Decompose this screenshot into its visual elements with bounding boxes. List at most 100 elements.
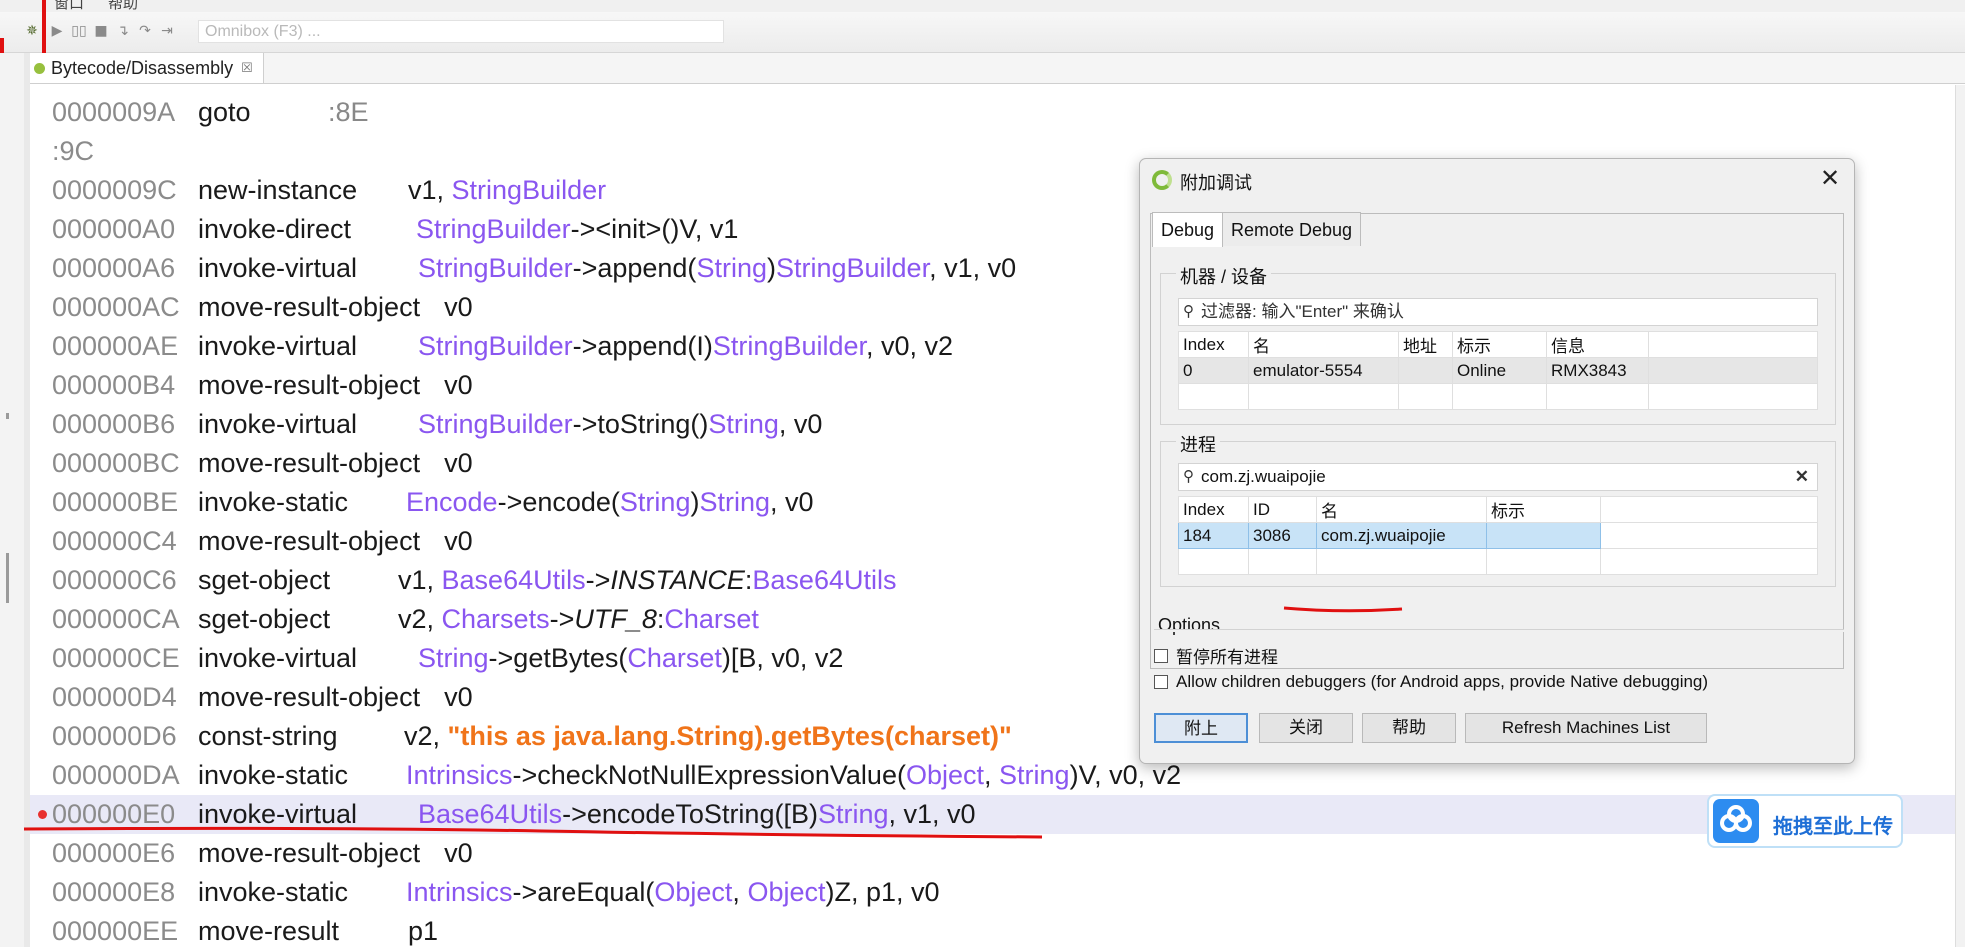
search-icon: ⚲ (1183, 303, 1194, 320)
type-reference[interactable]: StringBuilder (418, 331, 573, 361)
refresh-machines-button[interactable]: Refresh Machines List (1465, 713, 1707, 743)
pause-all-checkbox[interactable] (1154, 648, 1168, 663)
step-out-icon[interactable]: ⇥ (156, 20, 178, 42)
code-line[interactable]: 000000EE move-result p1 (30, 912, 1955, 951)
type-reference[interactable]: StringBuilder (416, 214, 571, 244)
code-operands: v0 (444, 444, 473, 483)
attach-button[interactable]: 附上 (1154, 713, 1248, 743)
type-reference[interactable]: Object (654, 877, 732, 907)
tab-debug[interactable]: Debug (1152, 212, 1224, 247)
operand-text: p1 (408, 916, 439, 946)
type-reference[interactable]: StringBuilder (713, 331, 866, 361)
type-reference[interactable]: Charset (627, 643, 722, 673)
col-status[interactable]: 标示 (1486, 496, 1601, 523)
code-opcode: move-result-object (198, 292, 421, 322)
run-icon[interactable]: ▶ (46, 20, 68, 42)
col-address[interactable]: 地址 (1398, 331, 1453, 358)
allow-children-checkbox[interactable] (1154, 675, 1168, 689)
string-literal: "this as java.lang.String).getBytes(char… (447, 721, 1012, 751)
code-address: 000000B4 (52, 370, 176, 400)
type-reference[interactable]: Charsets (442, 604, 550, 634)
operand-text: -> (585, 565, 611, 595)
col-name[interactable]: 名 (1316, 496, 1487, 523)
code-operands: :8E (328, 93, 369, 132)
type-reference[interactable]: Intrinsics (406, 877, 513, 907)
pause-all-option[interactable]: 暂停所有进程 (1154, 643, 1278, 668)
menu-item-help[interactable]: 帮助 (108, 0, 138, 12)
type-reference[interactable]: StringBuilder (776, 253, 929, 283)
type-reference[interactable]: String (708, 409, 779, 439)
allow-children-option[interactable]: Allow children debuggers (for Android ap… (1154, 672, 1708, 692)
type-reference[interactable]: StringBuilder (452, 175, 607, 205)
type-reference[interactable]: Base64Utils (442, 565, 586, 595)
search-icon: ⚲ (1183, 468, 1194, 485)
type-reference[interactable]: StringBuilder (418, 253, 573, 283)
code-operands: p1 (408, 912, 438, 951)
code-operands: v0 (444, 678, 473, 717)
cell: com.zj.wuaipojie (1316, 522, 1487, 549)
upload-badge[interactable]: 拖拽至此上传 (1707, 794, 1903, 848)
col-name[interactable]: 名 (1248, 331, 1399, 358)
type-reference[interactable]: Base64Utils (752, 565, 896, 595)
scrollbar[interactable] (1955, 85, 1965, 947)
col-status[interactable]: 标示 (1452, 331, 1547, 358)
operand-text: ->checkNotNullExpressionValue( (512, 760, 906, 790)
device-filter-input[interactable]: ⚲ 过滤器: 输入"Enter" 来确认 (1178, 298, 1818, 326)
tab-close-icon[interactable]: ☒ (241, 60, 253, 76)
allow-children-label: Allow children debuggers (for Android ap… (1176, 672, 1709, 691)
code-address: 000000C6 (52, 565, 177, 595)
process-row-selected[interactable]: 184 3086 com.zj.wuaipojie (1178, 522, 1818, 549)
menu-item-window[interactable]: 窗口 (54, 0, 84, 12)
close-button[interactable]: 关闭 (1259, 713, 1353, 743)
type-reference[interactable]: Encode (406, 487, 498, 517)
tab-bytecode-disassembly[interactable]: Bytecode/Disassembly ☒ (30, 53, 264, 83)
breakpoint-icon[interactable] (38, 810, 47, 819)
col-index[interactable]: Index (1178, 496, 1249, 523)
step-into-icon[interactable]: ↴ (112, 20, 134, 42)
type-reference[interactable]: Object (906, 760, 984, 790)
col-info[interactable]: 信息 (1546, 331, 1649, 358)
operand-text: ->append(I) (572, 331, 713, 361)
editor-tab-bar: Bytecode/Disassembly ☒ (30, 53, 1965, 84)
code-operands: StringBuilder-><init>()V, v1 (416, 210, 738, 249)
omnibox-input[interactable]: Omnibox (F3) ... (198, 20, 724, 43)
code-opcode: invoke-virtual (198, 643, 358, 673)
type-reference[interactable]: Object (747, 877, 825, 907)
toolbar: ✵ ▶ ▯▯ ■ ↴ ↷ ⇥ Omnibox (F3) ... (0, 12, 1965, 53)
code-opcode: invoke-virtual (198, 253, 358, 283)
code-address: 000000D6 (52, 721, 177, 751)
operand-text: INSTANCE (610, 565, 745, 595)
code-opcode: invoke-static (198, 877, 349, 907)
type-reference[interactable]: String (999, 760, 1070, 790)
step-over-icon[interactable]: ↷ (134, 20, 156, 42)
clear-icon[interactable]: ✕ (1795, 464, 1809, 490)
operand-text: , v0, v2 (866, 331, 954, 361)
col-id[interactable]: ID (1248, 496, 1317, 523)
code-address: 000000CA (52, 604, 180, 634)
type-reference[interactable]: StringBuilder (418, 409, 573, 439)
type-reference[interactable]: String (418, 643, 489, 673)
code-opcode: new-instance (198, 175, 358, 205)
type-reference[interactable]: Charset (664, 604, 759, 634)
help-button[interactable]: 帮助 (1362, 713, 1456, 743)
process-filter-value: com.zj.wuaipojie (1201, 467, 1326, 486)
code-address: 000000A6 (52, 253, 176, 283)
pause-icon[interactable]: ▯▯ (68, 20, 90, 42)
process-filter-input[interactable]: ⚲ com.zj.wuaipojie ✕ (1178, 463, 1818, 491)
code-line[interactable]: 000000E8 invoke-static Intrinsics->areEqua… (30, 873, 1955, 912)
type-reference[interactable]: String (699, 487, 770, 517)
type-reference[interactable]: Intrinsics (406, 760, 513, 790)
operand-text: v1, (398, 565, 442, 595)
col-index[interactable]: Index (1178, 331, 1249, 358)
tab-remote-debug[interactable]: Remote Debug (1222, 212, 1362, 246)
type-reference[interactable]: String (696, 253, 767, 283)
devices-table: Index 名 地址 标示 信息 0 emulator-5554 Online … (1178, 331, 1818, 410)
code-address: 000000BE (52, 487, 179, 517)
stop-icon[interactable]: ■ (90, 20, 112, 42)
dialog-close-button[interactable]: ✕ (1816, 165, 1844, 193)
device-row[interactable]: 0 emulator-5554 Online RMX3843 (1178, 357, 1818, 384)
code-address: 000000BC (52, 448, 180, 478)
type-reference[interactable]: String (620, 487, 691, 517)
code-operands: String->getBytes(Charset)[B, v0, v2 (418, 639, 843, 678)
code-line[interactable]: 0000009A goto:8E (30, 93, 1955, 132)
